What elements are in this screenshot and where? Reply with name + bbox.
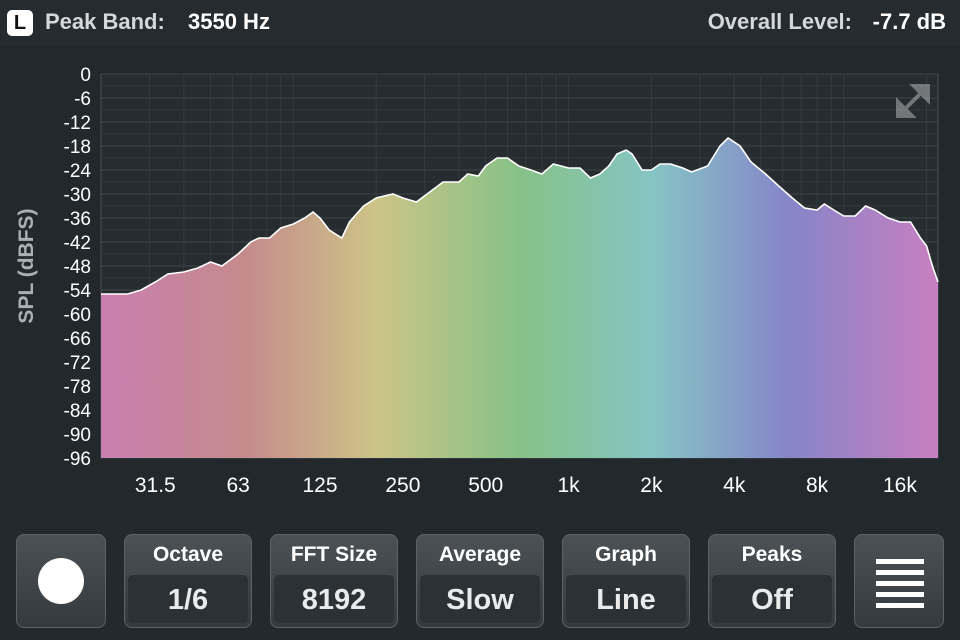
peaks-value: Off xyxy=(712,575,832,623)
y-tick-label: -24 xyxy=(64,161,92,182)
peak-band-value: 3550 Hz xyxy=(188,9,270,34)
y-tick-label: -96 xyxy=(64,449,91,470)
y-tick-label: -84 xyxy=(64,401,92,422)
y-tick-label: -90 xyxy=(64,425,91,446)
octave-label: Octave xyxy=(152,543,224,566)
x-tick-label: 500 xyxy=(468,474,503,497)
average-value: Slow xyxy=(420,575,540,623)
peaks-button[interactable]: Peaks Off xyxy=(708,534,836,628)
x-tick-label: 1k xyxy=(557,474,580,497)
y-tick-label: -18 xyxy=(64,137,91,158)
x-tick-label: 250 xyxy=(385,474,420,497)
channel-badge[interactable]: L xyxy=(7,10,33,36)
x-tick-label: 2k xyxy=(640,474,663,497)
y-tick-label: -12 xyxy=(64,113,91,134)
y-tick-label: -60 xyxy=(64,305,91,326)
graph-button[interactable]: Graph Line xyxy=(562,534,690,628)
fft-size-button[interactable]: FFT Size 8192 xyxy=(270,534,398,628)
peak-band-label: Peak Band: xyxy=(45,9,165,34)
record-button[interactable] xyxy=(16,534,106,628)
fft-size-label: FFT Size xyxy=(290,543,378,566)
y-tick-label: -54 xyxy=(64,281,92,302)
graph-label: Graph xyxy=(595,543,657,566)
y-tick-label: -72 xyxy=(64,353,91,374)
y-tick-label: -42 xyxy=(64,233,91,254)
y-tick-label: -78 xyxy=(64,377,91,398)
y-tick-label: -30 xyxy=(64,185,91,206)
x-tick-label: 8k xyxy=(806,474,829,497)
overall-level-value: -7.7 dB xyxy=(872,9,946,34)
record-icon xyxy=(38,558,84,604)
y-tick-label: 0 xyxy=(80,65,91,86)
status-header: L Peak Band: 3550 Hz Overall Level: -7.7… xyxy=(0,0,960,46)
y-tick-label: -48 xyxy=(64,257,91,278)
spectrum-plot-area[interactable]: 0 -6 -12 -18 -24 -30 -36 -42 -48 -54 -60 -66 -72 -78 -… xyxy=(0,46,960,518)
x-tick-label: 63 xyxy=(226,474,249,497)
y-axis-label: SPL (dBFS) xyxy=(15,208,38,323)
y-tick-label: -66 xyxy=(64,329,91,350)
x-tick-label: 125 xyxy=(303,474,338,497)
graph-value: Line xyxy=(566,575,686,623)
x-tick-label: 4k xyxy=(723,474,746,497)
y-tick-label: -36 xyxy=(64,209,91,230)
spectrum-chart: 0 -6 -12 -18 -24 -30 -36 -42 -48 -54 -60 -66 -72 -78 -… xyxy=(15,65,939,497)
overall-level-label: Overall Level: xyxy=(707,9,852,34)
x-tick-label: 16k xyxy=(883,474,917,497)
average-button[interactable]: Average Slow xyxy=(416,534,544,628)
y-tick-label: -6 xyxy=(74,89,91,110)
x-tick-label: 31.5 xyxy=(135,474,176,497)
menu-button[interactable] xyxy=(854,534,944,628)
peaks-label: Peaks xyxy=(741,543,803,566)
octave-value: 1/6 xyxy=(128,575,248,623)
control-bar: Octave 1/6 FFT Size 8192 Average Slow Gr… xyxy=(0,518,960,640)
octave-button[interactable]: Octave 1/6 xyxy=(124,534,252,628)
average-label: Average xyxy=(438,543,522,566)
fft-size-value: 8192 xyxy=(274,575,394,623)
